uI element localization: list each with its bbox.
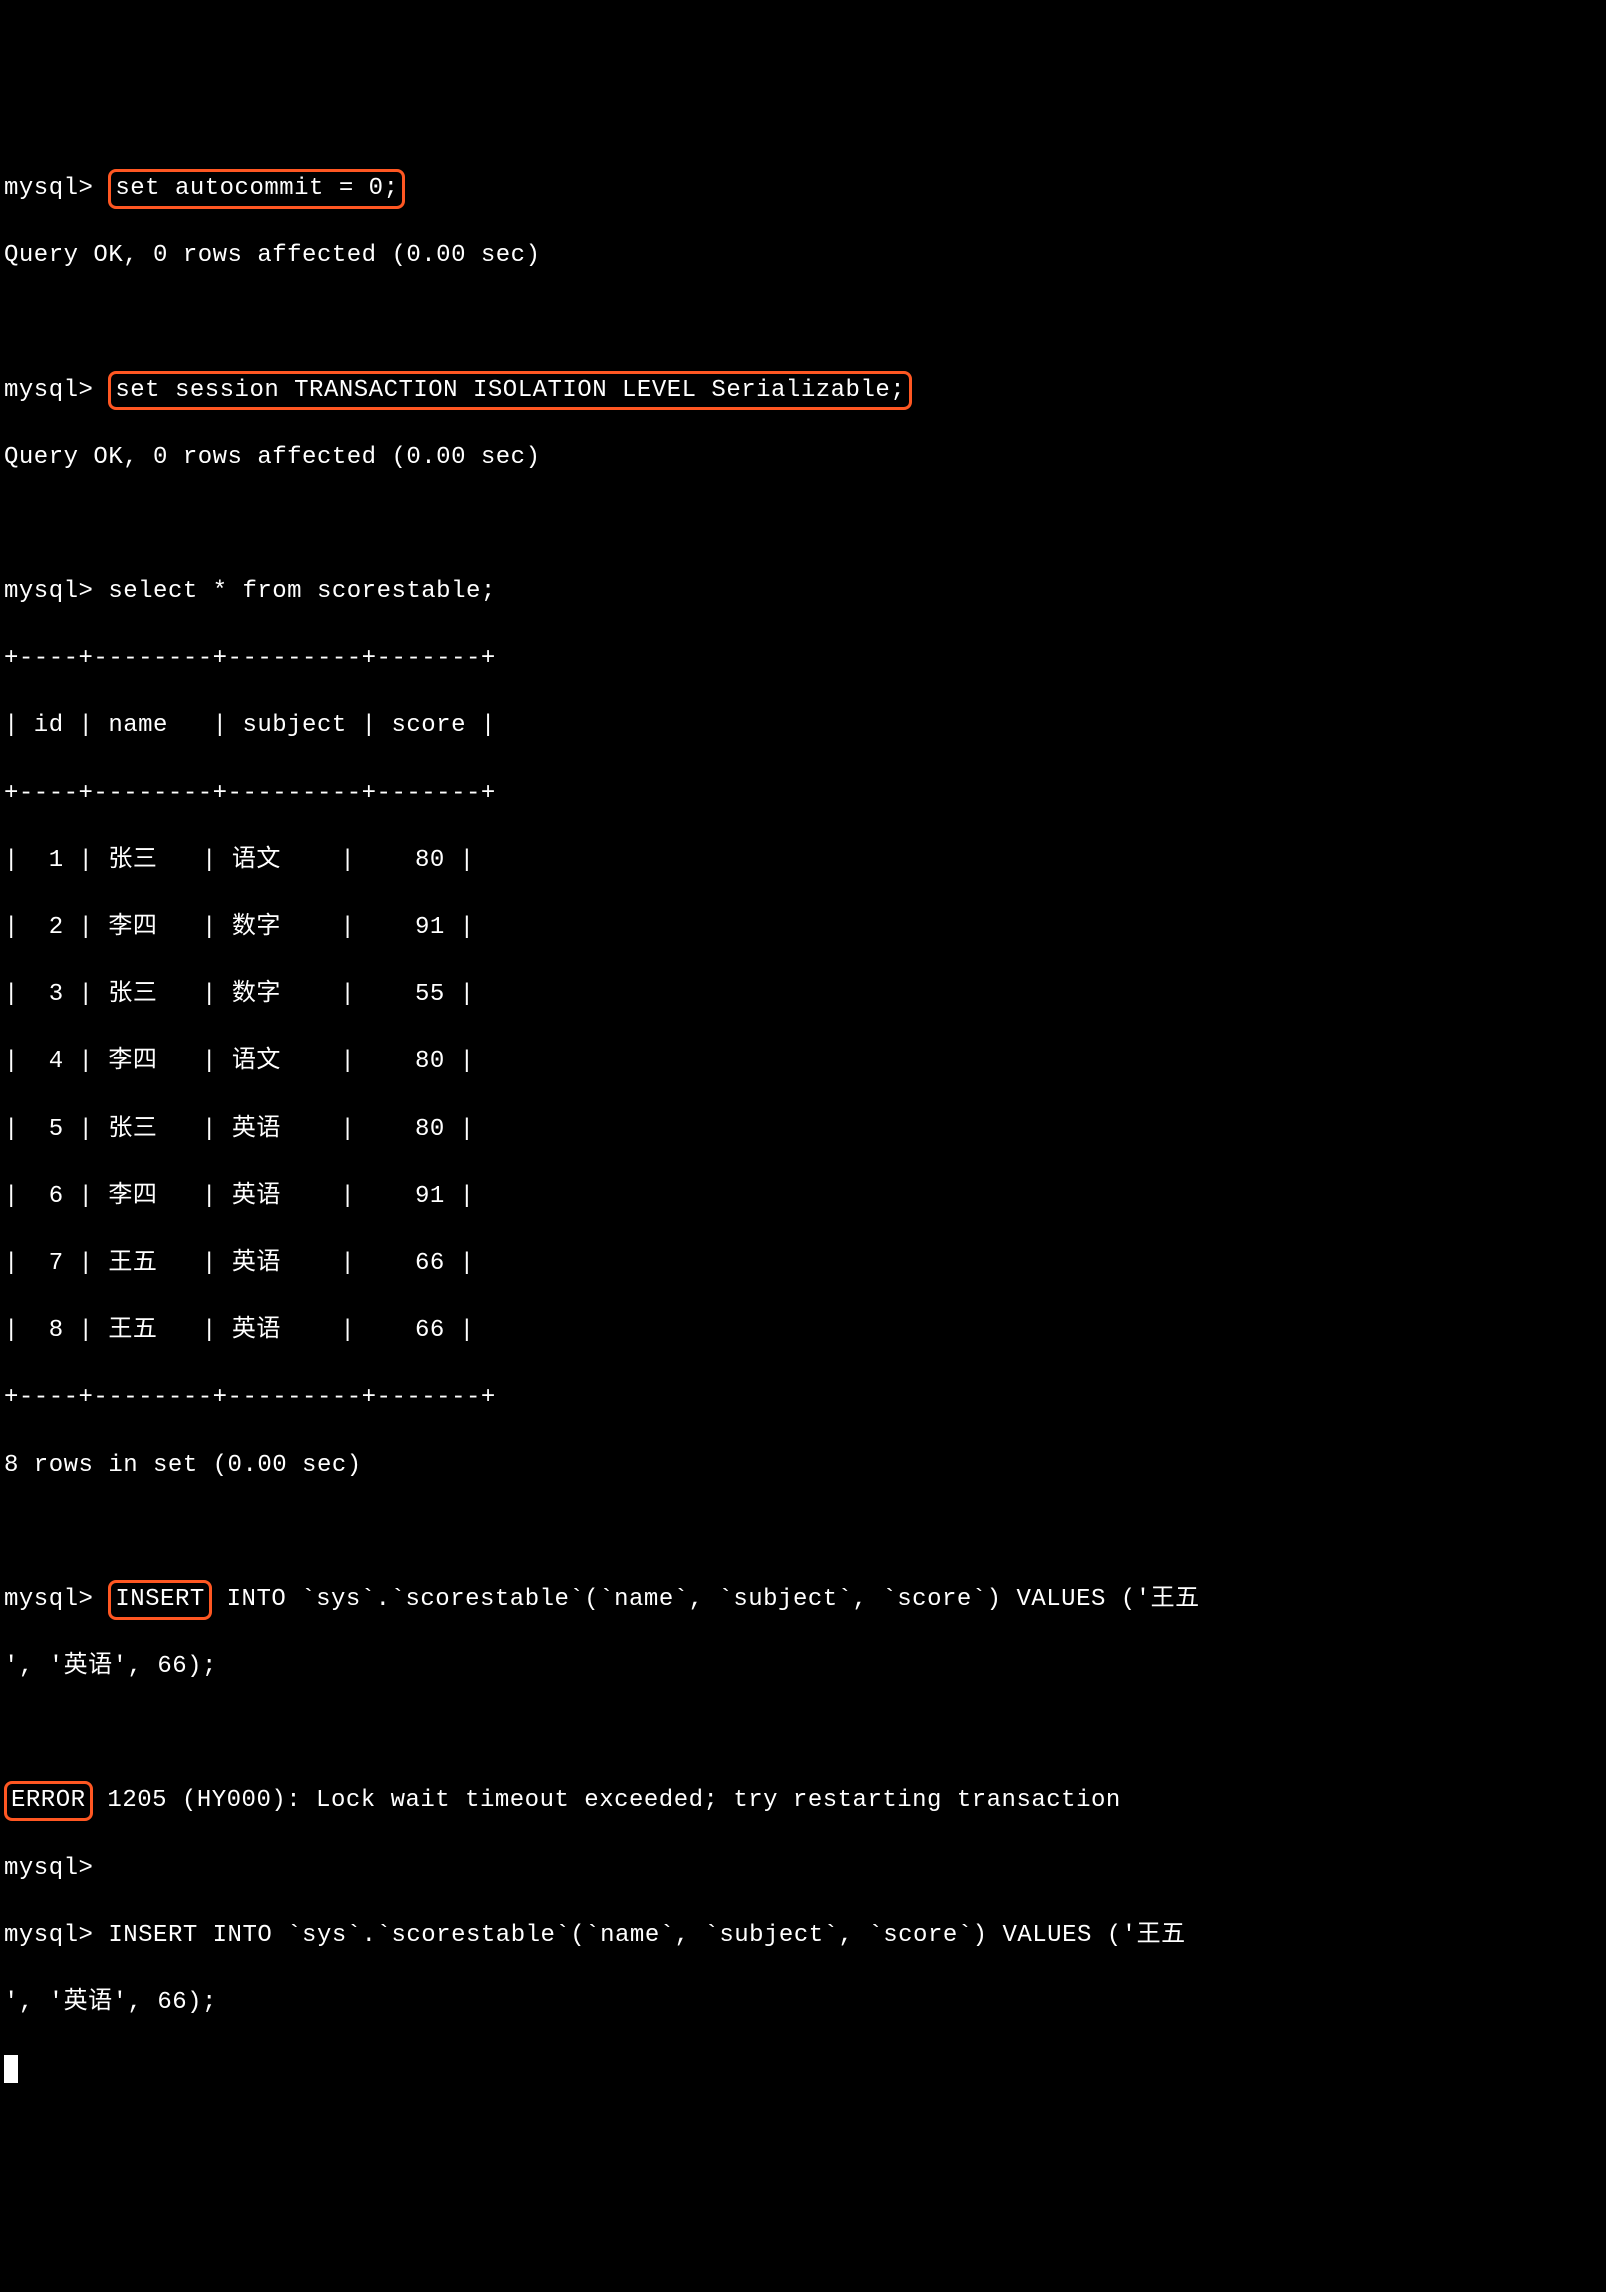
insert-rest: INTO `sys`.`scorestable`(`name`, `subjec… (212, 1586, 1200, 1613)
table-border-top: +----+--------+---------+-------+ (4, 642, 1602, 676)
empty-prompt: mysql> (4, 1852, 1602, 1886)
highlighted-insert-keyword: INSERT (108, 1580, 211, 1620)
table-border-bot: +----+--------+---------+-------+ (4, 1381, 1602, 1415)
command-line-3: mysql> select * from scorestable; (4, 575, 1602, 609)
insert-continuation-2: ', '英语', 66); (4, 1986, 1602, 2020)
prompt: mysql> (4, 1922, 93, 1949)
blank-line (4, 1717, 1602, 1751)
mysql-terminal[interactable]: mysql> set autocommit = 0; Query OK, 0 r… (4, 138, 1602, 2120)
command-line-5: mysql> INSERT INTO `sys`.`scorestable`(`… (4, 1919, 1602, 1953)
table-row: | 6 | 李四 | 英语 | 91 | (4, 1180, 1602, 1214)
error-line: ERROR 1205 (HY000): Lock wait timeout ex… (4, 1784, 1602, 1818)
table-row: | 5 | 张三 | 英语 | 80 | (4, 1113, 1602, 1147)
table-row: | 8 | 王五 | 英语 | 66 | (4, 1314, 1602, 1348)
table-row: | 1 | 张三 | 语文 | 80 | (4, 844, 1602, 878)
insert-command-2: INSERT INTO `sys`.`scorestable`(`name`, … (108, 1922, 1185, 1949)
table-row: | 2 | 李四 | 数字 | 91 | (4, 911, 1602, 945)
response-query-ok-1: Query OK, 0 rows affected (0.00 sec) (4, 239, 1602, 273)
table-border-mid: +----+--------+---------+-------+ (4, 777, 1602, 811)
blank-line (4, 306, 1602, 340)
prompt: mysql> (4, 1855, 93, 1882)
prompt: mysql> (4, 377, 93, 404)
table-row: | 7 | 王五 | 英语 | 66 | (4, 1247, 1602, 1281)
blank-line (4, 508, 1602, 542)
command-line-1: mysql> set autocommit = 0; (4, 172, 1602, 206)
prompt: mysql> (4, 1586, 93, 1613)
table-header: | id | name | subject | score | (4, 709, 1602, 743)
table-row: | 4 | 李四 | 语文 | 80 | (4, 1045, 1602, 1079)
response-query-ok-2: Query OK, 0 rows affected (0.00 sec) (4, 441, 1602, 475)
response-rows-in-set: 8 rows in set (0.00 sec) (4, 1449, 1602, 1483)
cursor-icon (4, 2055, 18, 2083)
error-message: 1205 (HY000): Lock wait timeout exceeded… (93, 1787, 1121, 1814)
cursor-line[interactable] (4, 2053, 1602, 2087)
highlighted-command-isolation: set session TRANSACTION ISOLATION LEVEL … (108, 371, 912, 411)
command-line-4: mysql> INSERT INTO `sys`.`scorestable`(`… (4, 1583, 1602, 1617)
highlighted-command-autocommit: set autocommit = 0; (108, 169, 405, 209)
highlighted-error-keyword: ERROR (4, 1781, 93, 1821)
command-line-2: mysql> set session TRANSACTION ISOLATION… (4, 374, 1602, 408)
prompt: mysql> (4, 578, 93, 605)
table-row: | 3 | 张三 | 数字 | 55 | (4, 978, 1602, 1012)
prompt: mysql> (4, 175, 93, 202)
blank-line (4, 1516, 1602, 1550)
insert-continuation: ', '英语', 66); (4, 1650, 1602, 1684)
select-command: select * from scorestable; (108, 578, 495, 605)
